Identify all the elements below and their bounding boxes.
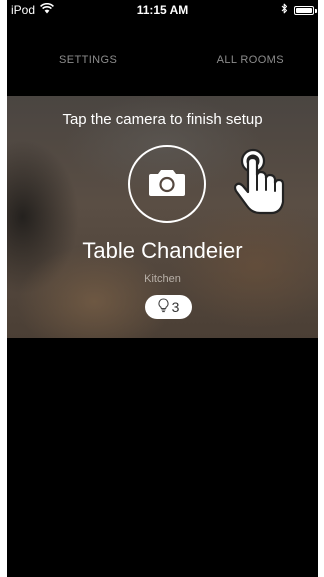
bluetooth-icon (281, 3, 288, 17)
battery-icon (294, 5, 317, 15)
all-rooms-tab[interactable]: ALL ROOMS (217, 54, 284, 66)
camera-button[interactable] (128, 145, 206, 223)
top-nav: SETTINGS ALL ROOMS (7, 50, 318, 70)
bulb-count: 3 (171, 299, 180, 315)
lightbulb-icon (158, 298, 169, 316)
tap-hand-icon (233, 146, 293, 216)
status-bar: iPod 11:15 AM (7, 0, 318, 20)
app-screen: iPod 11:15 AM SETTINGS ALL ROOMS Tap the… (7, 0, 318, 577)
light-name: Table Chandeier (82, 238, 243, 263)
bulb-count-badge[interactable]: 3 (145, 295, 192, 319)
status-right (281, 3, 317, 17)
settings-tab[interactable]: SETTINGS (59, 54, 117, 66)
setup-instruction: Tap the camera to finish setup (62, 111, 263, 128)
status-time: 11:15 AM (136, 3, 189, 17)
camera-icon (148, 167, 186, 202)
room-name: Kitchen (144, 273, 181, 285)
light-setup-card: Tap the camera to finish setup Table Cha… (7, 96, 318, 338)
